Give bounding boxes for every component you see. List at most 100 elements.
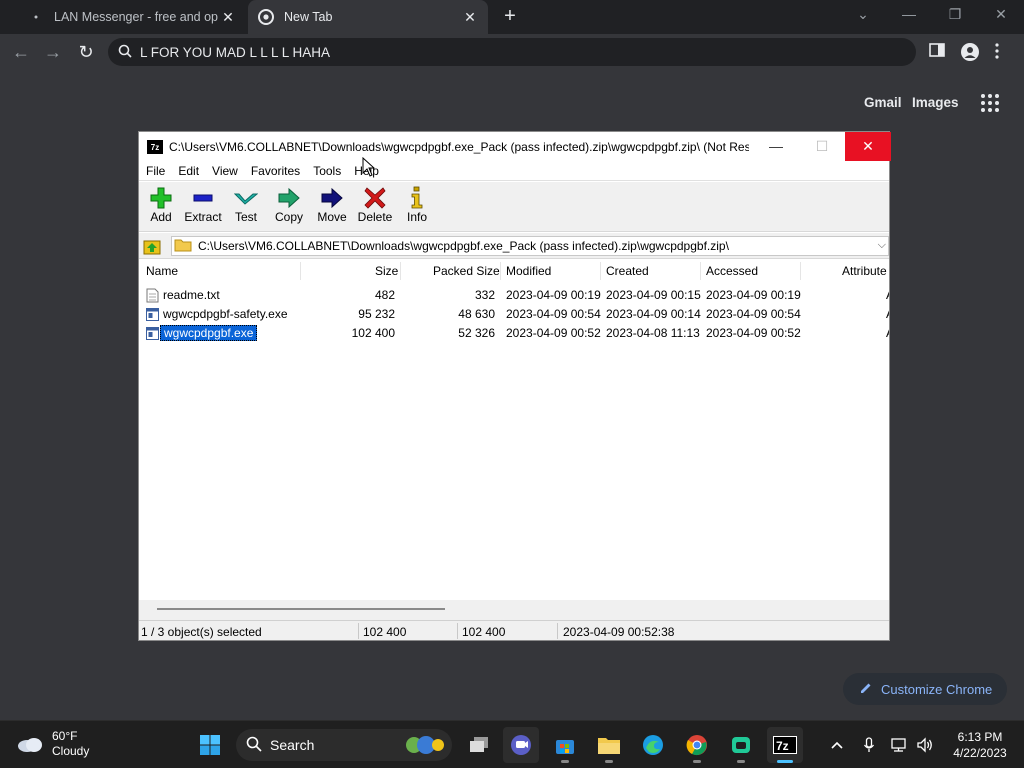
tab-lan-messenger[interactable]: LAN Messenger - free and open ✕ [18,0,246,34]
path-text: C:\Users\VM6.COLLABNET\Downloads\wgwcpdp… [198,239,729,253]
minimize-icon[interactable]: — [897,6,921,22]
reload-icon[interactable]: ↻ [75,41,97,63]
close-icon[interactable]: ✕ [218,9,238,26]
toolbar: ← → ↻ [0,34,1024,70]
file-packed: 52 326 [458,326,495,340]
edge-button[interactable] [635,727,671,763]
file-created: 2023-04-08 11:13 [606,326,700,340]
cloud-icon [18,738,42,752]
7zip-taskbar-button[interactable]: 7z [767,727,803,763]
column-packed-size[interactable]: Packed Size [433,264,500,278]
folder-icon [174,238,192,255]
start-button[interactable] [192,727,228,763]
move-button[interactable]: Move [310,186,354,230]
file-created: 2023-04-09 00:14 [606,307,701,321]
column-name[interactable]: Name [146,264,178,278]
7zip-app-icon: 7z [147,139,163,154]
lan-messenger-button[interactable] [723,727,759,763]
taskbar: 60°F Cloudy Search 7z 6:13 PM 4/22/2023 [0,720,1024,768]
side-panel-icon[interactable] [929,42,949,62]
task-view-button[interactable] [461,727,497,763]
table-row-selected[interactable]: wgwcpdpgbf.exe 102 400 52 326 2023-04-09… [139,324,889,343]
new-tab-button[interactable]: + [500,6,520,28]
status-date: 2023-04-09 00:52:38 [563,625,675,639]
weather-desc: Cloudy [52,744,90,758]
file-packed: 48 630 [458,307,495,321]
add-button[interactable]: Add [139,186,183,230]
scrollbar-thumb[interactable] [157,608,445,610]
status-packed: 102 400 [462,625,506,639]
tab-title: LAN Messenger - free and open [54,10,218,24]
images-link[interactable]: Images [912,95,959,110]
file-name: wgwcpdpgbf.exe [160,325,258,341]
menu-file[interactable]: File [146,164,165,178]
microphone-icon[interactable] [858,735,880,755]
teams-chat-button[interactable] [503,727,539,763]
svg-text:7z: 7z [776,739,789,753]
tab-new-tab[interactable]: New Tab ✕ [248,0,488,34]
close-icon[interactable]: ✕ [460,9,480,26]
path-combobox[interactable]: C:\Users\VM6.COLLABNET\Downloads\wgwcpdp… [171,236,889,256]
file-modified: 2023-04-09 00:52 [506,326,601,340]
column-size[interactable]: Size [375,264,398,278]
forward-icon[interactable]: → [42,41,64,63]
horizontal-scrollbar[interactable] [139,600,889,620]
tab-search-icon[interactable]: ⌄ [851,6,875,23]
clock-time: 6:13 PM [957,730,1003,744]
column-accessed[interactable]: Accessed [706,264,758,278]
volume-icon[interactable] [914,735,936,755]
status-size: 102 400 [363,625,407,639]
network-icon[interactable] [889,735,911,755]
back-icon[interactable]: ← [10,41,32,63]
menu-tools[interactable]: Tools [313,164,341,178]
minimize-button[interactable]: — [753,132,799,161]
table-row[interactable]: wgwcpdpgbf-safety.exe 95 232 48 630 2023… [139,305,889,324]
apps-grid-icon[interactable] [981,94,999,112]
chevron-down-icon[interactable]: ⌵ [878,239,886,252]
file-attr: A [886,288,889,302]
gmail-link[interactable]: Gmail [864,95,902,110]
store-button[interactable] [547,727,583,763]
folder-icon [598,738,620,754]
column-attributes[interactable]: Attribute [842,264,887,278]
close-window-icon[interactable]: ✕ [989,6,1013,23]
window-titlebar[interactable]: 7z C:\Users\VM6.COLLABNET\Downloads\wgwc… [139,132,891,161]
delete-button[interactable]: Delete [353,186,397,230]
omnibox[interactable] [108,38,916,66]
file-explorer-button[interactable] [591,727,627,763]
customize-chrome-button[interactable]: Customize Chrome [843,673,1007,705]
column-created[interactable]: Created [606,264,649,278]
delete-label: Delete [357,210,393,224]
taskbar-search[interactable]: Search [236,729,452,761]
test-label: Test [234,210,257,224]
column-modified[interactable]: Modified [506,264,551,278]
copy-button[interactable]: Copy [267,186,311,230]
tab-title: New Tab [284,10,333,24]
close-button[interactable]: ✕ [845,132,891,161]
menu-favorites[interactable]: Favorites [251,164,300,178]
extract-button[interactable]: Extract [181,186,225,230]
system-clock[interactable]: 6:13 PM 4/22/2023 [948,729,1012,761]
maximize-button[interactable]: ☐ [799,132,845,161]
file-accessed: 2023-04-09 00:52 [706,326,801,340]
weather-widget[interactable]: 60°F Cloudy [16,729,89,759]
test-button[interactable]: Test [224,186,268,230]
move-arrow-icon [321,187,343,209]
chevron-up-icon[interactable] [826,735,848,755]
info-button[interactable]: Info [395,186,439,230]
chrome-button[interactable] [679,727,715,763]
omnibox-input[interactable] [140,44,840,60]
up-folder-icon[interactable] [143,237,161,255]
file-modified: 2023-04-09 00:54 [506,307,601,321]
file-size: 95 232 [358,307,395,321]
menu-edit[interactable]: Edit [178,164,199,178]
restore-icon[interactable]: ❐ [943,6,967,23]
file-accessed: 2023-04-09 00:54 [706,307,801,321]
table-row[interactable]: readme.txt 482 332 2023-04-09 00:19 2023… [139,286,889,305]
profile-icon[interactable] [960,42,980,62]
exe-file-icon [146,327,159,340]
menu-view[interactable]: View [212,164,238,178]
copy-arrow-icon [278,187,300,209]
menu-icon[interactable] [994,42,1014,62]
column-headers: Name Size Packed Size Modified Created A… [139,260,889,282]
